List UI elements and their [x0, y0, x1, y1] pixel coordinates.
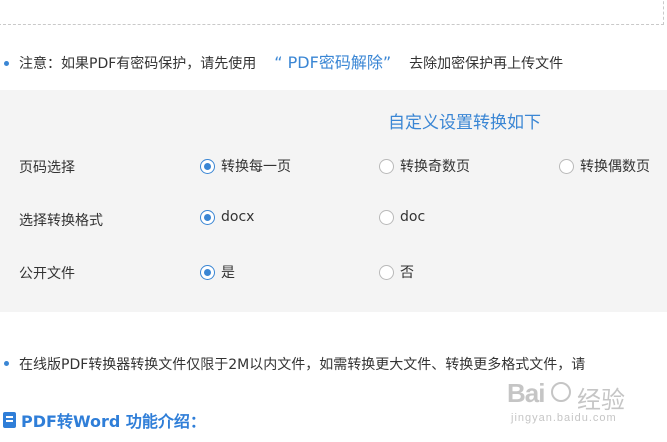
document-icon — [3, 412, 16, 428]
password-notice: 注意：如果PDF有密码保护，请先使用 “ PDF密码解除” 去除加密保护再上传文件 — [19, 53, 564, 73]
radio-label: 是 — [221, 265, 235, 281]
notice-suffix: 去除加密保护再上传文件 — [409, 56, 564, 72]
radio-label: 转换偶数页 — [580, 159, 650, 175]
feature-section-title: PDF转Word 功能介绍： — [21, 412, 206, 431]
settings-panel — [0, 90, 667, 312]
radio-checked-icon[interactable] — [200, 209, 215, 225]
radio-even-pages[interactable]: 转换偶数页 — [559, 156, 650, 176]
radio-label: 转换奇数页 — [400, 159, 470, 175]
notice-prefix: 注意：如果PDF有密码保护，请先使用 — [19, 56, 257, 72]
radio-unchecked-icon[interactable] — [559, 158, 574, 174]
watermark-brand-cn: 经验 — [577, 387, 625, 414]
watermark-url: jingyan.baidu.com — [511, 412, 617, 424]
bullet-icon — [4, 361, 9, 366]
upload-area[interactable] — [0, 0, 664, 25]
radio-checked-icon[interactable] — [200, 158, 215, 174]
size-limit-info: 在线版PDF转换器转换文件仅限于2M以内文件，如需转换更大文件、转换更多格式文件… — [19, 357, 586, 373]
paw-logo-icon — [551, 382, 571, 402]
pdf-unlock-link[interactable]: “ PDF密码解除” — [274, 53, 391, 72]
settings-title: 自定义设置转换如下 — [388, 113, 541, 133]
radio-label: docx — [221, 209, 255, 225]
radio-every-page[interactable]: 转换每一页 — [200, 156, 291, 176]
bullet-icon — [4, 61, 9, 66]
radio-docx[interactable]: docx — [200, 209, 254, 225]
radio-unchecked-icon[interactable] — [379, 264, 394, 280]
radio-public-yes[interactable]: 是 — [200, 262, 235, 282]
radio-doc[interactable]: doc — [379, 209, 425, 225]
radio-unchecked-icon[interactable] — [379, 209, 394, 225]
radio-label: doc — [400, 209, 426, 225]
radio-checked-icon[interactable] — [200, 264, 215, 280]
radio-public-no[interactable]: 否 — [379, 262, 414, 282]
page-selection-label: 页码选择 — [19, 160, 75, 176]
radio-label: 转换每一页 — [221, 159, 291, 175]
radio-unchecked-icon[interactable] — [379, 158, 394, 174]
radio-odd-pages[interactable]: 转换奇数页 — [379, 156, 470, 176]
public-file-label: 公开文件 — [19, 266, 75, 282]
watermark-brand: Bai — [507, 378, 545, 408]
radio-label: 否 — [400, 265, 414, 281]
feature-section-heading: PDF转Word 功能介绍： — [3, 408, 206, 432]
format-label: 选择转换格式 — [19, 213, 103, 229]
baidu-jingyan-watermark: Bai 经验 jingyan.baidu.com — [507, 378, 657, 436]
